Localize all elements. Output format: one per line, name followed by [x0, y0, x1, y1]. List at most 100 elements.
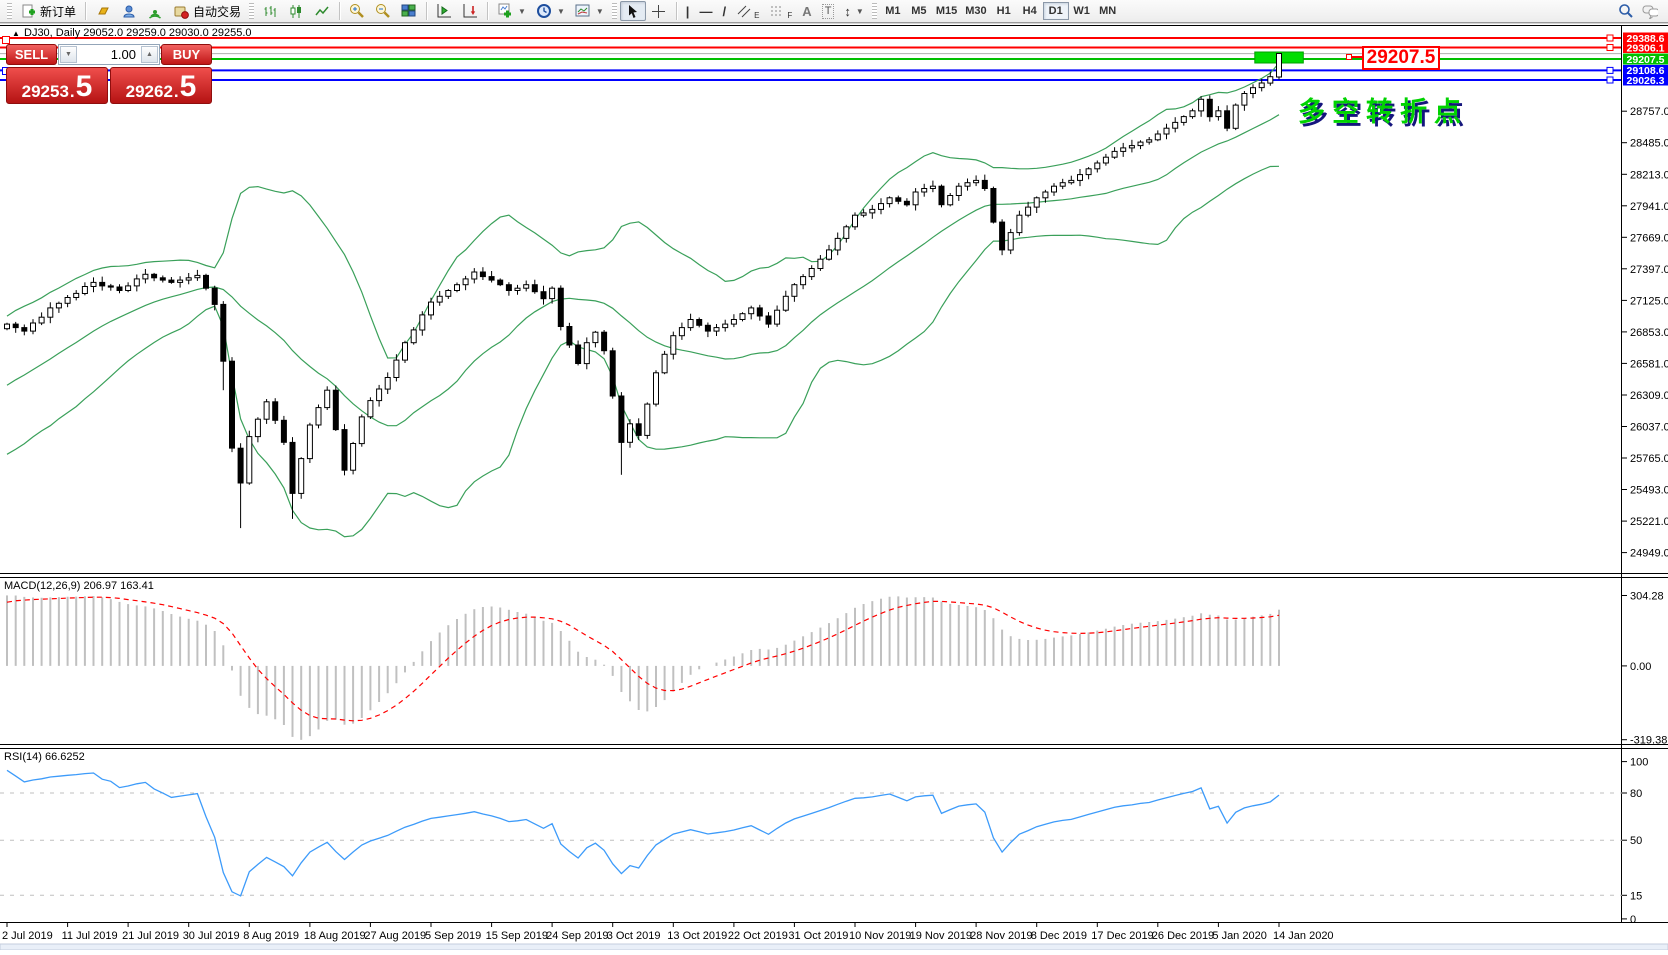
toolbar-grip[interactable]: [249, 3, 254, 19]
timeframe-m30-button[interactable]: M30: [961, 2, 990, 20]
new-chart-icon: [497, 3, 513, 19]
zoom-out-button[interactable]: [370, 1, 396, 21]
svg-text:27125.0: 27125.0: [1630, 295, 1668, 307]
symbol-marker-icon: ▲: [12, 29, 20, 38]
volume-down-button[interactable]: ▼: [60, 46, 77, 63]
chart-shift-button[interactable]: [431, 1, 457, 21]
horizontal-line-icon: —: [699, 5, 712, 18]
periods-button[interactable]: ▼: [531, 1, 570, 21]
new-chart-button[interactable]: ▼: [492, 1, 531, 21]
signals-button[interactable]: [142, 1, 168, 21]
text-tool-icon: A: [802, 5, 811, 18]
toolbar-grip[interactable]: [7, 3, 12, 19]
line-chart-button[interactable]: [309, 1, 335, 21]
svg-text:-319.38: -319.38: [1630, 735, 1667, 747]
templates-button[interactable]: ▼: [570, 1, 609, 21]
svg-text:25493.0: 25493.0: [1630, 485, 1668, 497]
chart-title: DJ30, Daily 29052.0 29259.0 29030.0 2925…: [24, 27, 252, 39]
arrows-tool-button[interactable]: ↕ ▼: [839, 1, 868, 21]
svg-text:8 Dec 2019: 8 Dec 2019: [1031, 930, 1087, 942]
separator: [426, 2, 427, 20]
dropdown-caret: ▼: [557, 7, 565, 16]
svg-text:18 Aug 2019: 18 Aug 2019: [304, 930, 366, 942]
svg-text:29207.5: 29207.5: [1627, 54, 1665, 66]
line-handle[interactable]: [1607, 77, 1613, 83]
crosshair-tool-button[interactable]: [646, 1, 672, 21]
timeframe-m1-button[interactable]: M1: [880, 2, 906, 20]
svg-text:30 Jul 2019: 30 Jul 2019: [183, 930, 240, 942]
cursor-tool-button[interactable]: [620, 1, 646, 21]
timeframe-h4-button[interactable]: H4: [1017, 2, 1043, 20]
auto-scroll-button[interactable]: [457, 1, 483, 21]
zoom-out-icon: [375, 3, 391, 19]
chart-annotation-text[interactable]: 多空转折点: [1298, 90, 1468, 129]
toolbar-grip[interactable]: [872, 3, 877, 19]
svg-text:25765.0: 25765.0: [1630, 453, 1668, 465]
svg-text:80: 80: [1630, 788, 1642, 800]
price-chart-canvas[interactable]: 28757.028485.028213.027941.027669.027397…: [0, 0, 1668, 950]
line-handle[interactable]: [1607, 67, 1613, 73]
svg-text:5 Jan 2020: 5 Jan 2020: [1212, 930, 1266, 942]
navigator-icon: [121, 3, 137, 19]
chart-shift-icon: [436, 3, 452, 19]
timeframe-m5-button[interactable]: M5: [906, 2, 932, 20]
svg-text:0: 0: [1630, 914, 1636, 926]
new-order-button[interactable]: 新订单: [15, 1, 81, 21]
channel-tool-button[interactable]: E: [731, 1, 764, 21]
text-tool-button[interactable]: A: [797, 1, 816, 21]
sell-price-button[interactable]: 29253 . 5: [6, 67, 108, 104]
vertical-line-tool-button[interactable]: |: [681, 1, 695, 21]
svg-text:24949.0: 24949.0: [1630, 548, 1668, 560]
toolbar: 新订单 自动交易: [0, 0, 1668, 23]
line-handle[interactable]: [1607, 45, 1613, 51]
timeframe-w1-button[interactable]: W1: [1069, 2, 1095, 20]
status-strip: [0, 944, 1668, 950]
zoom-in-button[interactable]: [344, 1, 370, 21]
trendline-tool-button[interactable]: /: [717, 1, 731, 21]
horizontal-line-tool-button[interactable]: —: [694, 1, 717, 21]
timeframe-mn-button[interactable]: MN: [1095, 2, 1121, 20]
svg-text:28213.0: 28213.0: [1630, 169, 1668, 181]
buy-price-button[interactable]: 29262 . 5: [110, 67, 212, 104]
svg-text:27941.0: 27941.0: [1630, 201, 1668, 213]
timeframe-d1-button[interactable]: D1: [1043, 2, 1069, 20]
fibonacci-tool-button[interactable]: F: [764, 1, 797, 21]
volume-input[interactable]: 1.00: [78, 45, 140, 64]
navigator-button[interactable]: [116, 1, 142, 21]
fibonacci-icon: [769, 3, 785, 19]
line-handle[interactable]: [1607, 35, 1613, 41]
svg-text:11 Jul 2019: 11 Jul 2019: [62, 930, 118, 942]
bar-chart-button[interactable]: [257, 1, 283, 21]
svg-text:17 Dec 2019: 17 Dec 2019: [1091, 930, 1153, 942]
macd-indicator-label: MACD(12,26,9) 206.97 163.41: [4, 580, 154, 592]
svg-text:3 Oct 2019: 3 Oct 2019: [607, 930, 661, 942]
svg-text:26 Dec 2019: 26 Dec 2019: [1152, 930, 1214, 942]
tile-windows-button[interactable]: [396, 1, 422, 21]
volume-up-button[interactable]: ▲: [141, 46, 158, 63]
svg-text:13 Oct 2019: 13 Oct 2019: [667, 930, 727, 942]
buy-button[interactable]: BUY: [161, 44, 212, 65]
separator: [85, 2, 86, 20]
market-watch-button[interactable]: [90, 1, 116, 21]
price-callout-label[interactable]: 29207.5: [1362, 46, 1440, 70]
crosshair-icon: [651, 3, 667, 19]
line-handle[interactable]: [2, 36, 10, 44]
dropdown-caret: ▼: [518, 7, 526, 16]
svg-text:21 Jul 2019: 21 Jul 2019: [122, 930, 179, 942]
market-watch-icon: [95, 3, 111, 19]
chat-icon[interactable]: [1642, 3, 1658, 19]
cursor-icon: [625, 3, 641, 19]
search-icon[interactable]: [1618, 3, 1634, 19]
text-label-tool-button[interactable]: T: [817, 1, 840, 21]
toolbar-grip[interactable]: [612, 3, 617, 19]
candlestick-chart-button[interactable]: [283, 1, 309, 21]
autotrading-button[interactable]: 自动交易: [168, 1, 246, 21]
sell-button[interactable]: SELL: [6, 44, 57, 65]
vertical-line-icon: |: [686, 5, 690, 18]
svg-text:25221.0: 25221.0: [1630, 516, 1668, 528]
svg-text:19 Nov 2019: 19 Nov 2019: [910, 930, 972, 942]
timeframe-h1-button[interactable]: H1: [991, 2, 1017, 20]
timeframe-m15-button[interactable]: M15: [932, 2, 961, 20]
svg-text:15 Sep 2019: 15 Sep 2019: [486, 930, 548, 942]
chart-area[interactable]: 28757.028485.028213.027941.027669.027397…: [0, 0, 1668, 950]
